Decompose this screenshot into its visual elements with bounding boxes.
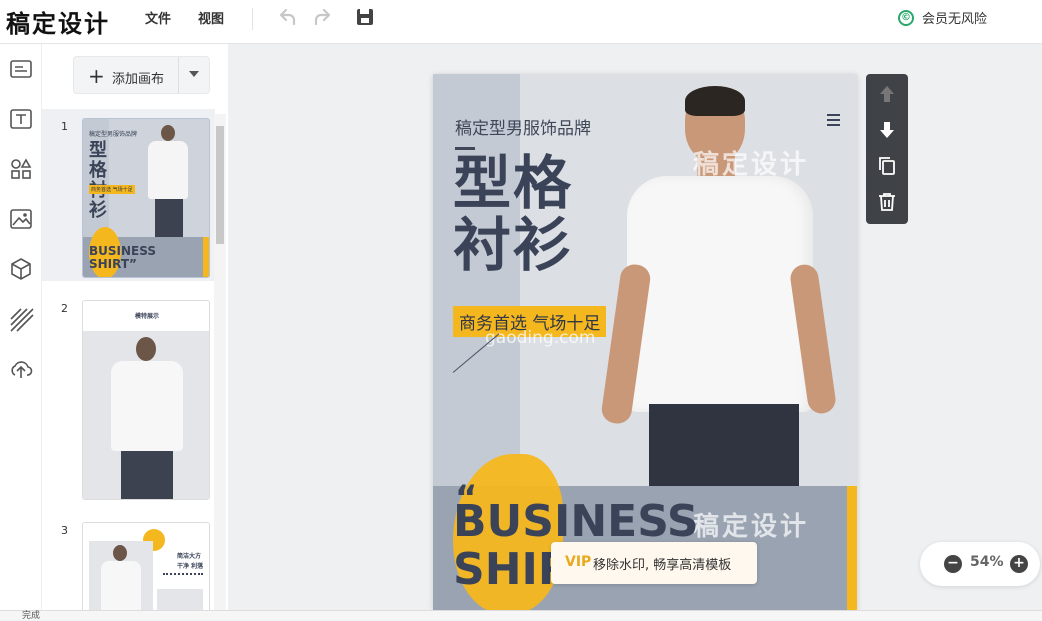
- poster-title-line2: 衬衫: [453, 211, 574, 279]
- trash-icon[interactable]: [875, 190, 899, 214]
- poster-title[interactable]: 型格 衬衫: [453, 152, 573, 276]
- thumb-title: 模特展示: [134, 313, 159, 320]
- model-photo[interactable]: [593, 74, 857, 486]
- thumb-line2: 干净 利落: [177, 563, 204, 570]
- page-thumbnail[interactable]: 模特展示: [82, 300, 210, 500]
- elements-icon[interactable]: [8, 156, 34, 182]
- poster-title-line1: 型格: [453, 149, 574, 217]
- poster-canvas[interactable]: 稿定型男服饰品牌 型格 衬衫 商务首选 气场十足 gaoding.com 稿定设…: [433, 74, 857, 610]
- menu-file[interactable]: 文件: [145, 8, 171, 27]
- page-number: 3: [61, 524, 68, 537]
- remove-watermark-button[interactable]: VIP 移除水印, 畅享高清模板: [551, 542, 757, 584]
- undo-icon[interactable]: [275, 6, 297, 28]
- menu-view[interactable]: 视图: [198, 8, 224, 27]
- chevron-down-icon[interactable]: [189, 71, 199, 77]
- add-canvas-button[interactable]: + 添加画布: [73, 56, 210, 94]
- vip-badge[interactable]: © 会员无风险: [898, 8, 987, 27]
- text-icon[interactable]: [8, 106, 34, 132]
- poster-english-line1: BUSINESS: [453, 496, 699, 547]
- thumb-model-photo: [89, 541, 153, 617]
- poster-brand-text[interactable]: 稿定型男服饰品牌: [455, 114, 591, 139]
- page-thumbnail[interactable]: 稿定型男服饰品牌 型格衬衫 商务首选 气场十足 BUSINESS SHIRT”: [82, 118, 210, 278]
- page-row[interactable]: 3 简洁大方 干净 利落: [54, 514, 214, 618]
- template-icon[interactable]: [8, 56, 34, 82]
- thumb-model-photo: [143, 123, 193, 241]
- zoom-control: − 54% +: [920, 542, 1040, 586]
- watermark-text: 稿定设计: [693, 512, 810, 542]
- move-down-icon[interactable]: [875, 118, 899, 142]
- zoom-value: 54%: [970, 554, 1004, 570]
- thumb-brand: 稿定型男服饰品牌: [89, 131, 138, 138]
- app-logo[interactable]: 稿定设计: [6, 4, 110, 39]
- move-up-icon[interactable]: [875, 82, 899, 106]
- scrollbar-thumb[interactable]: [216, 126, 224, 244]
- watermark-url: gaoding.com: [485, 328, 596, 348]
- add-canvas-label: 添加画布: [112, 72, 165, 87]
- save-icon[interactable]: [354, 6, 376, 28]
- redo-icon[interactable]: [313, 6, 335, 28]
- page-panel-scrollbar[interactable]: [214, 114, 226, 610]
- image-icon[interactable]: [8, 206, 34, 232]
- thumb-yellow-bar: [203, 237, 209, 277]
- page-number: 2: [61, 302, 68, 315]
- button-divider: [178, 57, 179, 93]
- vip-icon: VIP: [565, 554, 592, 570]
- thumb-title: 型格衬衫: [89, 140, 107, 221]
- watermark-text: 稿定设计: [693, 150, 810, 180]
- upload-icon[interactable]: [8, 356, 34, 382]
- canvas-area: 稿定型男服饰品牌 型格 衬衫 商务首选 气场十足 gaoding.com 稿定设…: [228, 44, 1042, 610]
- zoom-out-button[interactable]: −: [944, 555, 962, 573]
- thumb-model-photo: [83, 331, 209, 499]
- page-row[interactable]: 1 稿定型男服饰品牌 型格衬衫 商务首选 气场十足 BUSINESS SHIRT…: [54, 110, 214, 280]
- remove-watermark-label: 移除水印, 畅享高清模板: [593, 558, 732, 573]
- thumb-tag: 商务首选 气场十足: [89, 185, 135, 194]
- top-bar: 稿定设计 文件 视图 © 会员无风险: [0, 0, 1042, 44]
- copy-icon[interactable]: [875, 154, 899, 178]
- tool-rail: [0, 44, 42, 610]
- background-pattern-icon[interactable]: [8, 306, 34, 332]
- thumb-dots: [163, 573, 203, 577]
- zoom-in-button[interactable]: +: [1010, 555, 1028, 573]
- copyright-icon: ©: [898, 9, 914, 26]
- toolbar-divider: [252, 8, 253, 30]
- page-panel: + 添加画布 1 稿定型男服饰品牌 型格衬衫 商务首选 气场十足 BUSINES…: [42, 44, 228, 618]
- thumb-english: BUSINESS SHIRT”: [89, 244, 156, 271]
- page-number: 1: [61, 120, 68, 133]
- poster-yellow-bar: [847, 486, 857, 610]
- status-bar: 完成: [0, 610, 1042, 621]
- page-thumbnail[interactable]: 简洁大方 干净 利落: [82, 522, 210, 618]
- page-row[interactable]: 2 模特展示: [54, 292, 214, 504]
- plus-icon: +: [88, 64, 105, 88]
- menu-icon: [827, 114, 840, 129]
- 3d-box-icon[interactable]: [8, 256, 34, 282]
- vip-label: 会员无风险: [922, 12, 988, 27]
- page-toolbar: [866, 74, 908, 224]
- thumb-line1: 简洁大方: [177, 553, 202, 560]
